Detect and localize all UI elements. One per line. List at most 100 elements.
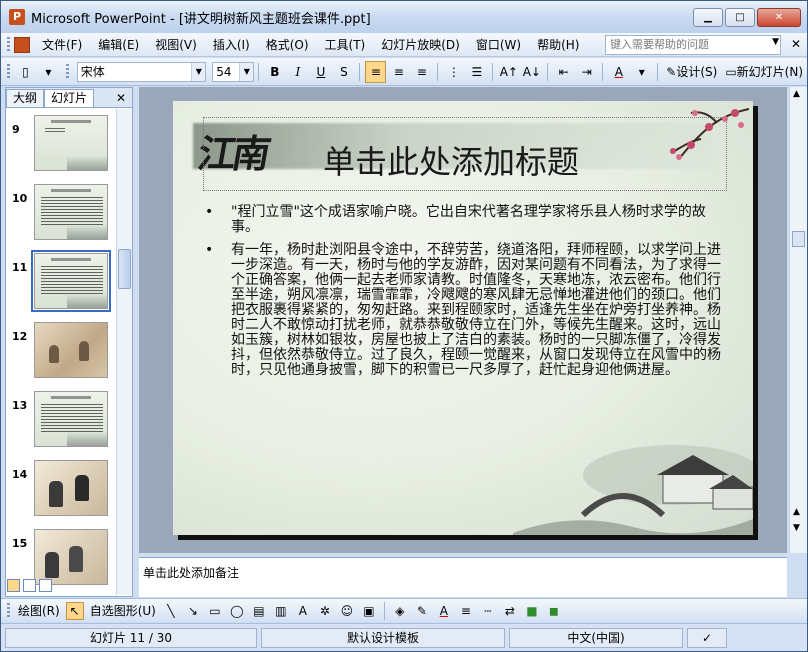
shadow-icon[interactable]: S: [333, 61, 354, 83]
increase-font-icon[interactable]: A↑: [498, 61, 519, 83]
notes-pane[interactable]: 单击此处添加备注: [139, 557, 787, 597]
menu-grip[interactable]: [7, 36, 10, 53]
clipart-icon[interactable]: ☺: [338, 602, 356, 620]
shadow-style-icon[interactable]: ■: [523, 602, 541, 620]
new-slide-button[interactable]: ▭ 新幻灯片(N): [721, 61, 807, 83]
toolbar-options-icon[interactable]: ▾: [38, 61, 59, 83]
content-placeholder[interactable]: • "程门立雪"这个成语家喻户晓。它出自宋代著名理学家将乐县人杨时求学的故事。 …: [205, 205, 725, 378]
next-slide-icon[interactable]: ▼: [793, 523, 800, 533]
italic-button[interactable]: I: [287, 61, 308, 83]
oval-icon[interactable]: ◯: [228, 602, 246, 620]
numbering-icon[interactable]: ⋮: [443, 61, 464, 83]
menu-window[interactable]: 窗口(W): [468, 35, 529, 55]
slide-thumbnail[interactable]: [34, 115, 108, 171]
increase-indent-icon[interactable]: ⇥: [576, 61, 597, 83]
menu-format[interactable]: 格式(O): [258, 35, 317, 55]
new-document-icon[interactable]: ▯: [15, 61, 36, 83]
powerpoint-app-icon[interactable]: P: [9, 9, 25, 25]
bullets-icon[interactable]: ☰: [466, 61, 487, 83]
thumbnail-row[interactable]: 13: [6, 391, 116, 453]
font-color-dropdown-icon[interactable]: ▾: [631, 61, 652, 83]
menu-tools[interactable]: 工具(T): [317, 35, 374, 55]
bullet-marker: •: [205, 204, 214, 220]
font-size-select[interactable]: 54 ▼: [212, 61, 255, 82]
thumbnail-row[interactable]: 12: [6, 322, 116, 384]
arrow-style-icon[interactable]: ⇄: [501, 602, 519, 620]
document-close-icon[interactable]: ✕: [791, 37, 801, 51]
document-icon[interactable]: [14, 36, 30, 53]
fill-color-icon[interactable]: ◈: [391, 602, 409, 620]
line-color-icon[interactable]: ✎: [413, 602, 431, 620]
slide-counter: 幻灯片 11 / 30: [5, 627, 257, 648]
menu-edit[interactable]: 编辑(E): [90, 35, 147, 55]
wordart-icon[interactable]: A: [294, 602, 312, 620]
font-color-icon[interactable]: A: [608, 61, 629, 83]
rectangle-icon[interactable]: ▭: [206, 602, 224, 620]
slide-thumbnail[interactable]: [34, 460, 108, 516]
slide-thumbnail[interactable]: [34, 529, 108, 585]
slide-scroll-thumb[interactable]: [792, 231, 805, 247]
size-dropdown-icon[interactable]: ▼: [239, 62, 254, 81]
thumbnail-scroll-thumb[interactable]: [118, 249, 131, 289]
thumbnail-scrollbar[interactable]: [116, 109, 132, 595]
draw-menu-button[interactable]: 绘图(R): [14, 602, 64, 619]
design-button[interactable]: ✎ 设计(S): [662, 61, 721, 83]
notes-placeholder[interactable]: 单击此处添加备注: [143, 564, 239, 581]
textbox-icon[interactable]: ▤: [250, 602, 268, 620]
prev-slide-icon[interactable]: ▲: [793, 507, 800, 517]
select-pointer-icon[interactable]: ↖: [65, 601, 84, 620]
slide-thumbnail[interactable]: [34, 322, 108, 378]
arrow-icon[interactable]: ↘: [184, 602, 202, 620]
diagram-icon[interactable]: ✲: [316, 602, 334, 620]
minimize-button[interactable]: ▁: [693, 8, 723, 27]
font-color-draw-icon[interactable]: A: [435, 602, 453, 620]
vertical-textbox-icon[interactable]: ▥: [272, 602, 290, 620]
font-dropdown-icon[interactable]: ▼: [191, 62, 206, 81]
slide-title[interactable]: 单击此处添加标题: [323, 137, 579, 183]
spelling-check-icon[interactable]: ✓: [687, 627, 727, 648]
toolbar-grip[interactable]: [7, 63, 10, 80]
thumbnail-row[interactable]: 14: [6, 460, 116, 522]
pane-close-icon[interactable]: ✕: [116, 89, 126, 107]
toolbar-grip-2[interactable]: [65, 63, 69, 80]
slide-thumbnail-selected[interactable]: [31, 250, 111, 312]
line-style-icon[interactable]: ≡: [457, 602, 475, 620]
thumbnail-number: 13: [12, 399, 28, 412]
menu-slideshow[interactable]: 幻灯片放映(D): [373, 35, 468, 55]
decrease-font-icon[interactable]: A↓: [521, 61, 542, 83]
thumbnail-row[interactable]: 11: [6, 250, 116, 315]
drawbar-grip[interactable]: [7, 602, 10, 619]
dash-style-icon[interactable]: ┄: [479, 602, 497, 620]
help-search-input[interactable]: 键入需要帮助的问题: [605, 35, 781, 55]
menu-view[interactable]: 视图(V): [147, 35, 205, 55]
tab-slides[interactable]: 幻灯片: [44, 89, 95, 107]
slideshow-view-icon[interactable]: [39, 579, 52, 592]
align-right-icon[interactable]: ≡: [411, 61, 432, 83]
restore-button[interactable]: □: [725, 8, 755, 27]
menu-file[interactable]: 文件(F): [34, 35, 90, 55]
bold-button[interactable]: B: [264, 61, 285, 83]
close-button[interactable]: ✕: [757, 8, 801, 27]
align-center-icon[interactable]: ≡: [388, 61, 409, 83]
align-left-icon[interactable]: ≡: [365, 60, 387, 83]
decrease-indent-icon[interactable]: ⇤: [553, 61, 574, 83]
thumbnail-row[interactable]: 9: [6, 115, 116, 177]
picture-icon[interactable]: ▣: [360, 602, 378, 620]
tab-outline[interactable]: 大纲: [6, 89, 45, 107]
slide-thumbnail[interactable]: [34, 184, 108, 240]
menu-insert[interactable]: 插入(I): [205, 35, 258, 55]
underline-button[interactable]: U: [310, 61, 331, 83]
font-name-select[interactable]: 宋体 ▼: [76, 61, 207, 82]
menu-help[interactable]: 帮助(H): [529, 35, 587, 55]
slide-thumbnail[interactable]: [34, 391, 108, 447]
scroll-up-icon[interactable]: ▲: [793, 89, 800, 99]
thumbnail-row[interactable]: 10: [6, 184, 116, 246]
line-icon[interactable]: ╲: [162, 602, 180, 620]
normal-view-icon[interactable]: [7, 579, 20, 592]
slide-scrollbar[interactable]: ▲ ▲ ▼: [789, 87, 807, 553]
current-slide[interactable]: 江南 单击此处添加标题 • "程门立雪"这个成语家喻户晓。它出自宋代著名理学家将…: [173, 101, 753, 535]
help-dropdown-icon[interactable]: ▼: [772, 37, 779, 47]
autoshapes-button[interactable]: 自选图形(U): [86, 602, 160, 619]
3d-style-icon[interactable]: ◼: [545, 602, 563, 620]
slide-sorter-view-icon[interactable]: [23, 579, 36, 592]
